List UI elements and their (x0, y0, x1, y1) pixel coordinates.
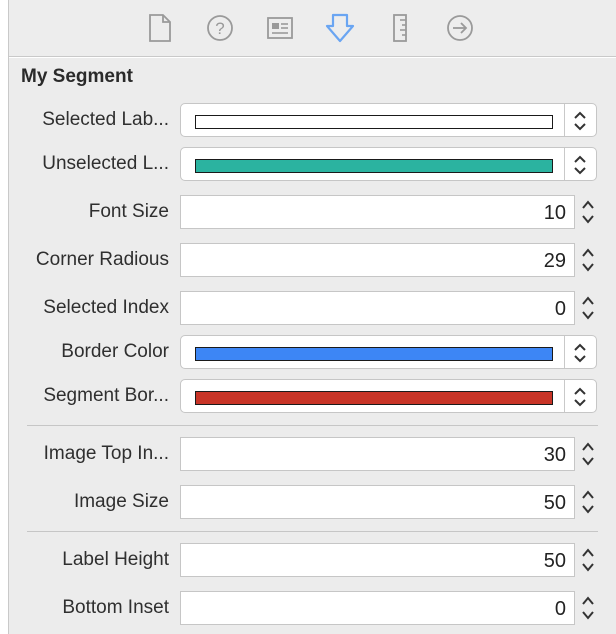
chevron-up-down-icon (574, 111, 586, 131)
unselected-label-color-popup[interactable] (180, 147, 597, 181)
chevron-up-down-icon (574, 387, 586, 407)
quick-help-icon[interactable]: ? (202, 10, 238, 46)
image-size-field[interactable]: 50 (180, 485, 575, 519)
bottom-inset-value: 0 (554, 598, 566, 620)
identity-inspector-icon[interactable] (262, 10, 298, 46)
corner-radius-field[interactable]: 29 (180, 243, 575, 277)
selected-index-label: Selected Index (43, 297, 169, 318)
attributes-inspector-icon[interactable] (322, 10, 358, 46)
corner-radius-label: Corner Radious (35, 249, 169, 270)
label-height-stepper[interactable] (580, 543, 596, 577)
corner-radius-stepper[interactable] (580, 243, 596, 277)
image-size-value: 50 (543, 492, 566, 514)
label-height-value: 50 (543, 550, 566, 572)
inspector-toolbar: ? (9, 0, 616, 57)
section-divider (27, 425, 598, 426)
size-inspector-icon[interactable] (382, 10, 418, 46)
selected-index-field[interactable]: 0 (180, 291, 575, 325)
font-size-stepper[interactable] (580, 195, 596, 229)
image-top-inset-stepper[interactable] (580, 437, 596, 471)
border-color-label: Border Color (61, 341, 169, 362)
font-size-field[interactable]: 10 (180, 195, 575, 229)
font-size-label: Font Size (88, 201, 169, 222)
unselected-label-color-swatch (195, 159, 553, 173)
selected-label-color-label: Selected Lab... (42, 109, 169, 130)
svg-text:?: ? (215, 19, 224, 38)
border-color-swatch (195, 347, 553, 361)
segment-border-color-popup[interactable] (180, 379, 597, 413)
label-height-field[interactable]: 50 (180, 543, 575, 577)
image-top-inset-value: 30 (543, 444, 566, 466)
connections-inspector-icon[interactable] (442, 10, 478, 46)
selected-index-value: 0 (554, 298, 566, 320)
image-size-stepper[interactable] (580, 485, 596, 519)
chevron-up-down-icon (574, 155, 586, 175)
label-height-label: Label Height (62, 549, 169, 570)
file-inspector-icon[interactable] (142, 10, 178, 46)
selected-label-color-popup[interactable] (180, 103, 597, 137)
border-color-popup[interactable] (180, 335, 597, 369)
section-title: My Segment (21, 66, 133, 87)
section-divider (27, 531, 598, 532)
bottom-inset-label: Bottom Inset (62, 597, 169, 618)
unselected-label-color-label: Unselected L... (42, 153, 169, 174)
segment-border-color-label: Segment Bor... (43, 385, 169, 406)
bottom-inset-stepper[interactable] (580, 591, 596, 625)
image-top-inset-field[interactable]: 30 (180, 437, 575, 471)
chevron-up-down-icon (574, 343, 586, 363)
selected-index-stepper[interactable] (580, 291, 596, 325)
corner-radius-value: 29 (543, 250, 566, 272)
segment-border-color-swatch (195, 391, 553, 405)
font-size-value: 10 (543, 202, 566, 224)
image-size-label: Image Size (73, 491, 169, 512)
image-top-inset-label: Image Top In... (43, 443, 169, 464)
bottom-inset-field[interactable]: 0 (180, 591, 575, 625)
selected-label-color-swatch (195, 115, 553, 129)
